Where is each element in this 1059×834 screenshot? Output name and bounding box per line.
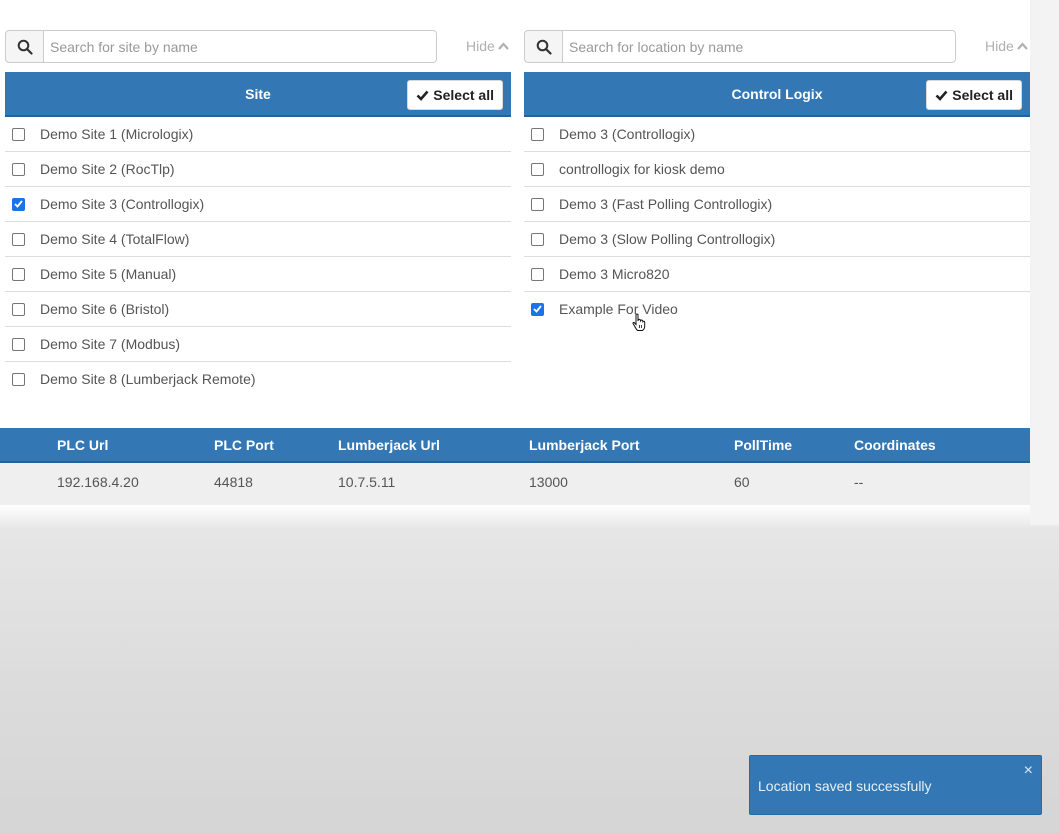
site-list: Demo Site 1 (Micrologix) Demo Site 2 (Roc… (5, 117, 511, 396)
list-item-label: Example For Video (559, 301, 678, 317)
cell-lumberjack-url: 10.7.5.11 (338, 474, 396, 490)
list-item[interactable]: Demo 3 (Fast Polling Controllogix) (524, 187, 1030, 222)
column-header-plc-url[interactable]: PLC Url (57, 437, 108, 453)
site-select-all-button[interactable]: Select all (407, 80, 503, 110)
cell-lumberjack-port: 13000 (529, 474, 568, 490)
list-item[interactable]: Demo 3 (Slow Polling Controllogix) (524, 222, 1030, 257)
cell-polltime: 60 (734, 474, 750, 490)
list-item-label: Demo 3 (Slow Polling Controllogix) (559, 231, 776, 247)
list-item-label: Demo 3 (Controllogix) (559, 126, 696, 142)
site-list-header: Site Select all (5, 72, 511, 117)
list-item-label: controllogix for kiosk demo (559, 161, 725, 177)
list-item[interactable]: Demo Site 6 (Bristol) (5, 292, 511, 327)
checkbox[interactable] (12, 267, 25, 281)
list-item[interactable]: Demo 3 (Controllogix) (524, 117, 1030, 152)
checkbox[interactable] (531, 267, 544, 281)
checkbox[interactable] (531, 302, 544, 316)
list-item[interactable]: Demo Site 3 (Controllogix) (5, 187, 511, 222)
close-icon[interactable]: × (1024, 762, 1033, 780)
search-icon (524, 30, 563, 63)
list-item[interactable]: Demo Site 2 (RocTlp) (5, 152, 511, 187)
success-toast: Location saved successfully × (749, 755, 1042, 815)
location-search-input[interactable] (562, 30, 956, 63)
checkbox[interactable] (12, 302, 25, 316)
select-all-label: Select all (952, 87, 1013, 103)
list-item[interactable]: Demo Site 1 (Micrologix) (5, 117, 511, 152)
location-list-header: Control Logix Select all (524, 72, 1030, 117)
column-header-lumberjack-url[interactable]: Lumberjack Url (338, 437, 440, 453)
site-search-group: Hide (5, 30, 511, 63)
column-header-polltime[interactable]: PollTime (734, 437, 792, 453)
checkbox[interactable] (12, 197, 25, 211)
location-panel: Hide Control Logix Select all Demo 3 (Co… (524, 30, 1030, 317)
chevron-up-icon (1016, 42, 1028, 50)
column-header-plc-port[interactable]: PLC Port (214, 437, 274, 453)
checkbox[interactable] (12, 127, 25, 141)
column-header-lumberjack-port[interactable]: Lumberjack Port (529, 437, 639, 453)
cell-plc-port: 44818 (214, 474, 253, 490)
list-item[interactable]: controllogix for kiosk demo (524, 152, 1030, 187)
checkbox[interactable] (12, 337, 25, 351)
list-item-label: Demo Site 7 (Modbus) (40, 336, 181, 352)
checkbox[interactable] (531, 162, 544, 176)
location-hide-toggle[interactable]: Hide (985, 38, 1028, 54)
checkbox[interactable] (12, 162, 25, 176)
list-item-label: Demo Site 8 (Lumberjack Remote) (40, 371, 256, 387)
cell-coordinates: -- (854, 474, 864, 490)
list-item[interactable]: Example For Video (524, 292, 1030, 326)
list-item[interactable]: Demo Site 7 (Modbus) (5, 327, 511, 362)
site-hide-toggle[interactable]: Hide (466, 38, 509, 54)
location-select-all-button[interactable]: Select all (926, 80, 1022, 110)
list-item[interactable]: Demo Site 8 (Lumberjack Remote) (5, 362, 511, 396)
list-item-label: Demo Site 5 (Manual) (40, 266, 177, 282)
check-icon (935, 90, 948, 101)
details-table-header: PLC Url PLC Port Lumberjack Url Lumberja… (0, 428, 1030, 463)
location-list: Demo 3 (Controllogix) controllogix for ki… (524, 117, 1030, 326)
checkbox[interactable] (12, 372, 25, 386)
list-item[interactable]: Demo Site 4 (TotalFlow) (5, 222, 511, 257)
hand-pointer-icon (632, 313, 646, 331)
toast-message: Location saved successfully (758, 778, 932, 794)
details-table: PLC Url PLC Port Lumberjack Url Lumberja… (0, 428, 1030, 505)
list-item[interactable]: Demo 3 Micro820 (524, 257, 1030, 292)
hide-label: Hide (466, 38, 495, 54)
page-edge (1030, 0, 1059, 525)
site-panel: Hide Site Select all Demo Site 1 (Microl… (5, 30, 511, 387)
list-item-label: Demo Site 6 (Bristol) (40, 301, 170, 317)
hide-label: Hide (985, 38, 1014, 54)
check-icon (416, 90, 429, 101)
list-item-label: Demo Site 1 (Micrologix) (40, 126, 194, 142)
list-item-label: Demo 3 Micro820 (559, 266, 670, 282)
list-item-label: Demo 3 (Fast Polling Controllogix) (559, 196, 773, 212)
list-item[interactable]: Demo Site 5 (Manual) (5, 257, 511, 292)
list-item-label: Demo Site 4 (TotalFlow) (40, 231, 190, 247)
table-row[interactable]: 192.168.4.20 44818 10.7.5.11 13000 60 -- (0, 463, 1030, 505)
list-item-label: Demo Site 3 (Controllogix) (40, 196, 205, 212)
checkbox[interactable] (531, 127, 544, 141)
select-all-label: Select all (433, 87, 494, 103)
list-item-label: Demo Site 2 (RocTlp) (40, 161, 175, 177)
location-search-group: Hide (524, 30, 1030, 63)
chevron-up-icon (497, 42, 509, 50)
cell-plc-url: 192.168.4.20 (57, 474, 139, 490)
search-icon (5, 30, 44, 63)
column-header-coordinates[interactable]: Coordinates (854, 437, 936, 453)
checkbox[interactable] (531, 197, 544, 211)
checkbox[interactable] (12, 232, 25, 246)
site-search-input[interactable] (43, 30, 437, 63)
checkbox[interactable] (531, 232, 544, 246)
